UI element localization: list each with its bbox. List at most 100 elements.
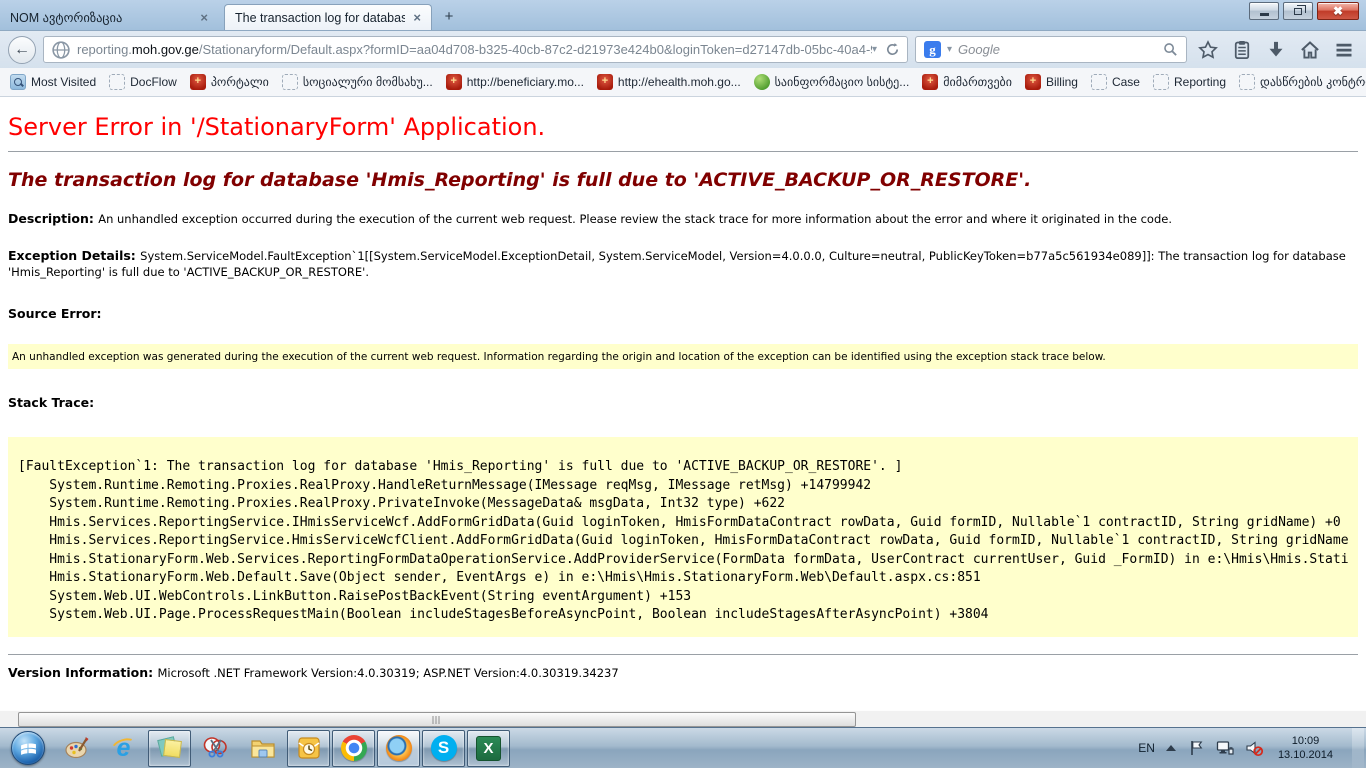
taskbar-firefox-button[interactable] [377, 730, 420, 767]
taskbar-outlook-button[interactable] [287, 730, 330, 767]
snipping-tool-icon [203, 735, 229, 761]
version-information-text: Microsoft .NET Framework Version:4.0.303… [158, 666, 619, 680]
google-engine-icon[interactable]: g [924, 41, 941, 58]
stack-line: Hmis.Services.ReportingService.HmisServi… [18, 532, 1358, 551]
error-subtitle: The transaction log for database 'Hmis_R… [8, 169, 1358, 191]
stack-trace-box: [FaultException`1: The transaction log f… [8, 437, 1358, 637]
minimize-button[interactable] [1249, 2, 1279, 20]
bookmark-billing[interactable]: Billing [1025, 74, 1078, 90]
taskbar: e [0, 727, 1366, 768]
bookmark-reporting[interactable]: Reporting [1153, 74, 1226, 90]
tab-nom-authorization[interactable]: NOM ავტორიზაცია × [0, 4, 218, 30]
georgian-crest-icon [446, 74, 462, 90]
horizontal-scrollbar[interactable] [0, 710, 1366, 727]
tab-close-icon[interactable]: × [413, 10, 421, 25]
georgian-crest-icon [190, 74, 206, 90]
bookmarks-list-icon[interactable] [1232, 40, 1252, 60]
divider [8, 151, 1358, 152]
tab-label: The transaction log for databas... [235, 11, 405, 25]
home-icon[interactable] [1300, 40, 1320, 60]
bookmark-ehealth[interactable]: http://ehealth.moh.go... [597, 74, 741, 90]
most-visited-icon [10, 74, 26, 90]
folder-explorer-icon [250, 735, 276, 761]
stack-trace-label: Stack Trace: [8, 395, 1358, 410]
search-bar[interactable]: g ▾ Google [915, 36, 1187, 63]
taskbar-skype-button[interactable]: S [422, 730, 465, 767]
taskbar-sticky-notes-button[interactable] [148, 730, 191, 767]
search-input[interactable]: Google [958, 42, 1157, 57]
stack-line: Hmis.StationaryForm.Web.Services.Reporti… [18, 551, 1358, 570]
taskbar-paint-button[interactable] [54, 729, 99, 767]
bookmark-most-visited[interactable]: Most Visited [10, 74, 96, 90]
menu-hamburger-icon[interactable] [1334, 40, 1354, 60]
action-center-flag-icon[interactable] [1187, 739, 1205, 757]
bookmark-beneficiary[interactable]: http://beneficiary.mo... [446, 74, 584, 90]
bookmark-social-service[interactable]: სოციალური მომსახუ... [282, 74, 433, 90]
bookmark-attendance-control[interactable]: დასწრების კონტრო... [1239, 74, 1366, 90]
downloads-icon[interactable] [1266, 40, 1286, 60]
sticky-notes-icon [157, 735, 183, 761]
stack-line: Hmis.Services.ReportingService.IHmisServ… [18, 514, 1358, 533]
scrollbar-grip-icon [433, 716, 442, 724]
page-title: Server Error in '/StationaryForm' Applic… [8, 113, 1358, 141]
tab-bar: NOM ავტორიზაცია × The transaction log fo… [0, 0, 1366, 31]
skype-icon: S [431, 735, 457, 761]
firefox-icon [386, 735, 412, 761]
search-icon[interactable] [1163, 42, 1178, 57]
taskbar-chrome-button[interactable] [332, 730, 375, 767]
reload-icon[interactable] [885, 42, 900, 57]
new-tab-button[interactable]: + [436, 7, 462, 27]
globe-icon [51, 40, 71, 60]
close-button[interactable]: ✖ [1317, 2, 1359, 20]
search-engine-dropdown-icon[interactable]: ▾ [947, 44, 952, 55]
volume-muted-icon[interactable] [1245, 739, 1263, 757]
system-tray: EN 10:09 13.10.2014 [1138, 728, 1366, 768]
scroll-left-button[interactable] [0, 711, 17, 728]
taskbar-excel-button[interactable]: X [467, 730, 510, 767]
url-tools: ▾ [872, 42, 900, 57]
outlook-icon [296, 735, 322, 761]
tab-close-icon[interactable]: × [200, 10, 208, 25]
tab-transaction-log-error[interactable]: The transaction log for databas... × [224, 4, 432, 30]
bookmark-portal[interactable]: პორტალი [190, 74, 269, 90]
georgian-crest-icon [1025, 74, 1041, 90]
version-information-label: Version Information: [8, 665, 158, 680]
navigation-toolbar: ← reporting.moh.gov.ge/Stationaryform/De… [0, 31, 1366, 68]
taskbar-windows-explorer-button[interactable] [240, 729, 285, 767]
stack-line: [FaultException`1: The transaction log f… [18, 458, 1358, 477]
stack-line: System.Runtime.Remoting.Proxies.RealProx… [18, 495, 1358, 514]
taskbar-snipping-tool-button[interactable] [193, 729, 238, 767]
bookmark-star-icon[interactable] [1198, 40, 1218, 60]
toolbar-buttons [1194, 40, 1358, 60]
paint-icon [64, 735, 90, 761]
bookmarks-bar: Most Visited DocFlow პორტალი სოციალური მ… [0, 68, 1366, 97]
url-bar[interactable]: reporting.moh.gov.ge/Stationaryform/Defa… [43, 36, 908, 63]
bookmark-information-system[interactable]: საინფორმაციო სისტე... [754, 74, 910, 90]
bookmark-placeholder-icon [1091, 74, 1107, 90]
url-dropdown-icon[interactable]: ▾ [872, 44, 877, 55]
start-button[interactable] [3, 728, 53, 768]
show-desktop-button[interactable] [1352, 728, 1364, 769]
restore-button[interactable] [1283, 2, 1313, 20]
back-button[interactable]: ← [8, 36, 36, 64]
excel-icon: X [476, 736, 501, 761]
description-text: An unhandled exception occurred during t… [98, 212, 1172, 226]
source-error-text: An unhandled exception was generated dur… [12, 351, 1106, 363]
scrollbar-thumb[interactable] [18, 712, 856, 727]
language-indicator[interactable]: EN [1138, 741, 1155, 755]
version-information-line: Version Information: Microsoft .NET Fram… [8, 665, 1358, 680]
error-page: Server Error in '/StationaryForm' Applic… [0, 97, 1366, 710]
clock[interactable]: 10:09 13.10.2014 [1278, 734, 1333, 762]
bookmark-referrals[interactable]: მიმართვები [922, 74, 1012, 90]
bookmark-case[interactable]: Case [1091, 74, 1140, 90]
stack-line: System.Web.UI.WebControls.LinkButton.Rai… [18, 588, 1358, 607]
stack-line: System.Runtime.Remoting.Proxies.RealProx… [18, 477, 1358, 496]
taskbar-internet-explorer-button[interactable]: e [101, 729, 146, 767]
window-controls: ✖ [1249, 2, 1359, 20]
url-text[interactable]: reporting.moh.gov.ge/Stationaryform/Defa… [77, 42, 872, 57]
exception-details-line: Exception Details: System.ServiceModel.F… [8, 247, 1358, 281]
bookmark-docflow[interactable]: DocFlow [109, 74, 177, 90]
clock-time: 10:09 [1278, 734, 1333, 748]
hidden-icons-arrow-icon[interactable] [1166, 745, 1176, 751]
network-icon[interactable] [1216, 739, 1234, 757]
